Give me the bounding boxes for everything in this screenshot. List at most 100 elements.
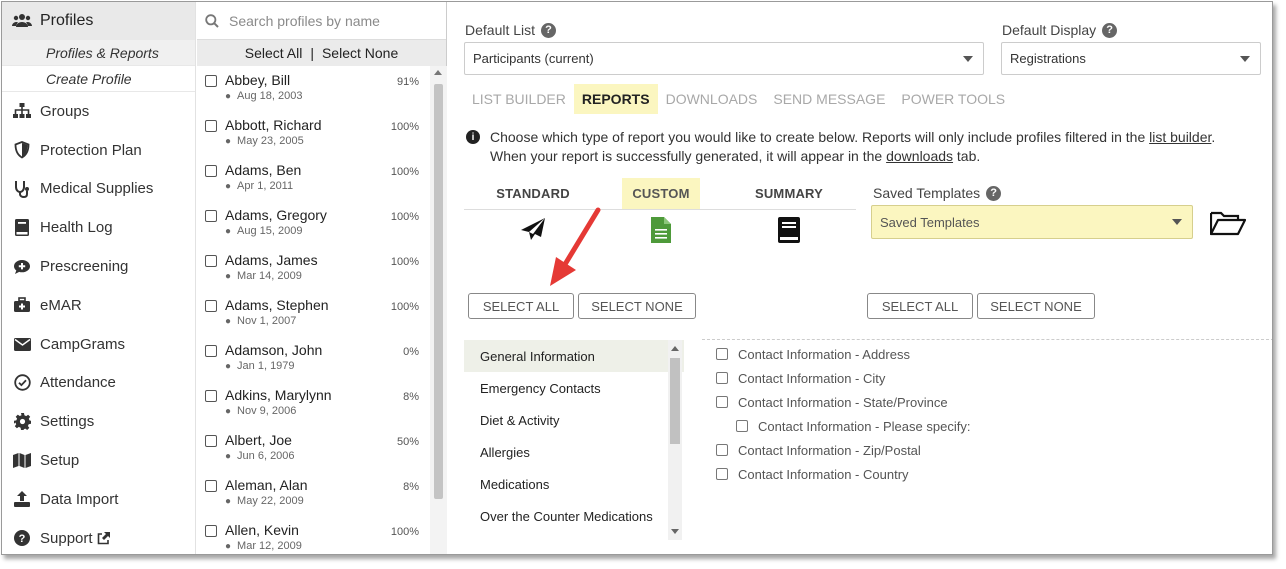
paper-plane-icon: [520, 217, 546, 244]
help-icon[interactable]: ?: [986, 185, 1002, 201]
profile-row[interactable]: Abbott, Richard ● May 23, 2005 100%: [197, 111, 429, 156]
checkbox[interactable]: [205, 120, 217, 132]
profile-row[interactable]: Albert, Joe ● Jun 6, 2006 50%: [197, 426, 429, 471]
report-type-label: STANDARD: [496, 186, 570, 201]
checkbox[interactable]: [716, 348, 728, 360]
checkbox[interactable]: [205, 435, 217, 447]
category-item[interactable]: Over the Counter Medications: [464, 500, 684, 532]
help-icon[interactable]: ?: [1102, 22, 1118, 38]
nav-item-health-log[interactable]: Health Log: [2, 208, 195, 247]
profile-row[interactable]: Abbey, Bill ● Aug 18, 2003 91%: [197, 66, 429, 111]
profile-row[interactable]: Adams, James ● Mar 14, 2009 100%: [197, 246, 429, 291]
field-item[interactable]: Contact Information - City: [716, 366, 970, 390]
completion-percent: 100%: [390, 256, 419, 268]
profile-row[interactable]: Adams, Gregory ● Aug 15, 2009 100%: [197, 201, 429, 246]
saved-templates-select[interactable]: Saved Templates: [871, 205, 1193, 239]
tab-list-builder[interactable]: LIST BUILDER: [464, 84, 574, 114]
tab-reports[interactable]: REPORTS: [573, 84, 658, 114]
category-item[interactable]: Allergies: [464, 436, 684, 468]
nav-sub-create-profile[interactable]: Create Profile: [2, 66, 195, 92]
sitemap-icon: [12, 101, 32, 121]
profile-row[interactable]: Adkins, Marylynn ● Nov 9, 2006 8%: [197, 381, 429, 426]
birthdate-text: Aug 15, 2009: [237, 225, 303, 237]
help-icon[interactable]: ?: [541, 22, 557, 38]
scrollbar-thumb[interactable]: [434, 84, 443, 499]
field-item[interactable]: Contact Information - Country: [716, 462, 970, 486]
checkbox[interactable]: [205, 75, 217, 87]
completion-percent: 100%: [390, 166, 419, 178]
tab-downloads[interactable]: DOWNLOADS: [658, 84, 766, 114]
checkbox[interactable]: [716, 372, 728, 384]
checkbox[interactable]: [205, 345, 217, 357]
select-all-button[interactable]: SELECT ALL: [468, 293, 574, 319]
nav-item-setup[interactable]: Setup: [2, 441, 195, 480]
field-item[interactable]: Contact Information - Please specify:: [716, 414, 970, 438]
select-none-button[interactable]: SELECT NONE: [578, 293, 696, 319]
search-input[interactable]: [229, 12, 429, 29]
nav-item-prescreening[interactable]: Prescreening: [2, 247, 195, 286]
list-builder-link[interactable]: list builder: [1149, 129, 1211, 145]
saved-templates-label-text: Saved Templates: [873, 185, 981, 201]
profile-name: Adkins, Marylynn: [225, 387, 332, 403]
profile-row[interactable]: Adamson, John ● Jan 1, 1979 0%: [197, 336, 429, 381]
nav-header-profiles[interactable]: Profiles: [2, 2, 195, 40]
category-item[interactable]: Medications: [464, 468, 684, 500]
nav-item-attendance[interactable]: Attendance: [2, 364, 195, 403]
file-document-icon: [651, 217, 671, 246]
tab-send-message[interactable]: SEND MESSAGE: [765, 84, 893, 114]
nav-item-label: Health Log: [40, 219, 113, 237]
checkbox[interactable]: [205, 210, 217, 222]
checkbox[interactable]: [205, 165, 217, 177]
profile-row[interactable]: Adams, Ben ● Apr 1, 2011 100%: [197, 156, 429, 201]
checkbox[interactable]: [205, 300, 217, 312]
profiles-scrollbar[interactable]: [430, 66, 447, 554]
category-item[interactable]: Emergency Contacts: [464, 372, 684, 404]
downloads-link[interactable]: downloads: [886, 148, 953, 164]
scroll-up-arrow-icon[interactable]: [671, 346, 679, 351]
report-type-summary[interactable]: SUMMARY: [739, 178, 839, 246]
nav-sub-profiles-reports[interactable]: Profiles & Reports: [2, 40, 195, 66]
checkbox[interactable]: [205, 525, 217, 537]
scroll-up-arrow-icon[interactable]: [434, 70, 442, 75]
select-none-link[interactable]: Select None: [322, 45, 398, 61]
field-item[interactable]: Contact Information - Zip/Postal: [716, 438, 970, 462]
field-item[interactable]: Contact Information - State/Province: [716, 390, 970, 414]
category-scrollbar[interactable]: [668, 340, 682, 540]
nav-item-emar[interactable]: eMAR: [2, 286, 195, 325]
field-item[interactable]: Contact Information - Address: [716, 342, 970, 366]
checkbox[interactable]: [205, 390, 217, 402]
folder-open-icon[interactable]: [1209, 210, 1247, 239]
report-type-custom[interactable]: CUSTOM: [611, 178, 711, 246]
scrollbar-thumb[interactable]: [670, 358, 680, 444]
nav-item-data-import[interactable]: Data Import: [2, 480, 195, 519]
checkbox[interactable]: [716, 396, 728, 408]
checkbox[interactable]: [736, 420, 748, 432]
nav-item-medical-supplies[interactable]: Medical Supplies: [2, 170, 195, 209]
nav-item-support[interactable]: ? Support: [2, 519, 195, 554]
birthdate-text: Nov 9, 2006: [237, 405, 297, 417]
select-all-link[interactable]: Select All: [245, 45, 303, 61]
checkbox[interactable]: [205, 480, 217, 492]
report-type-standard[interactable]: STANDARD: [483, 178, 583, 244]
profile-row[interactable]: Adams, Stephen ● Nov 1, 2007 100%: [197, 291, 429, 336]
profile-row[interactable]: Aleman, Alan ● May 22, 2009 8%: [197, 471, 429, 516]
checkbox[interactable]: [205, 255, 217, 267]
nav-item-groups[interactable]: Groups: [2, 92, 195, 131]
default-display-select[interactable]: Registrations: [1001, 42, 1261, 75]
profile-row[interactable]: Allen, Kevin ● Mar 12, 2009 100%: [197, 516, 429, 554]
checkbox[interactable]: [716, 468, 728, 480]
scroll-down-arrow-icon[interactable]: [671, 529, 679, 534]
category-item[interactable]: Diet & Activity: [464, 404, 684, 436]
nav-item-protection-plan[interactable]: Protection Plan: [2, 131, 195, 170]
reports-info: i Choose which type of report you would …: [466, 128, 1256, 166]
default-list-select[interactable]: Participants (current): [464, 42, 984, 75]
tab-power-tools[interactable]: POWER TOOLS: [893, 84, 1013, 114]
checkbox[interactable]: [716, 444, 728, 456]
templates-select-all-button[interactable]: SELECT ALL: [867, 293, 973, 319]
nav-item-settings[interactable]: Settings: [2, 402, 195, 441]
main-panel: Default List ? Participants (current) De…: [448, 2, 1272, 554]
nav-item-campgrams[interactable]: CampGrams: [2, 325, 195, 364]
category-item[interactable]: General Information: [464, 340, 684, 372]
profile-birthdate: ● Jun 6, 2006: [225, 450, 429, 462]
templates-select-none-button[interactable]: SELECT NONE: [977, 293, 1095, 319]
